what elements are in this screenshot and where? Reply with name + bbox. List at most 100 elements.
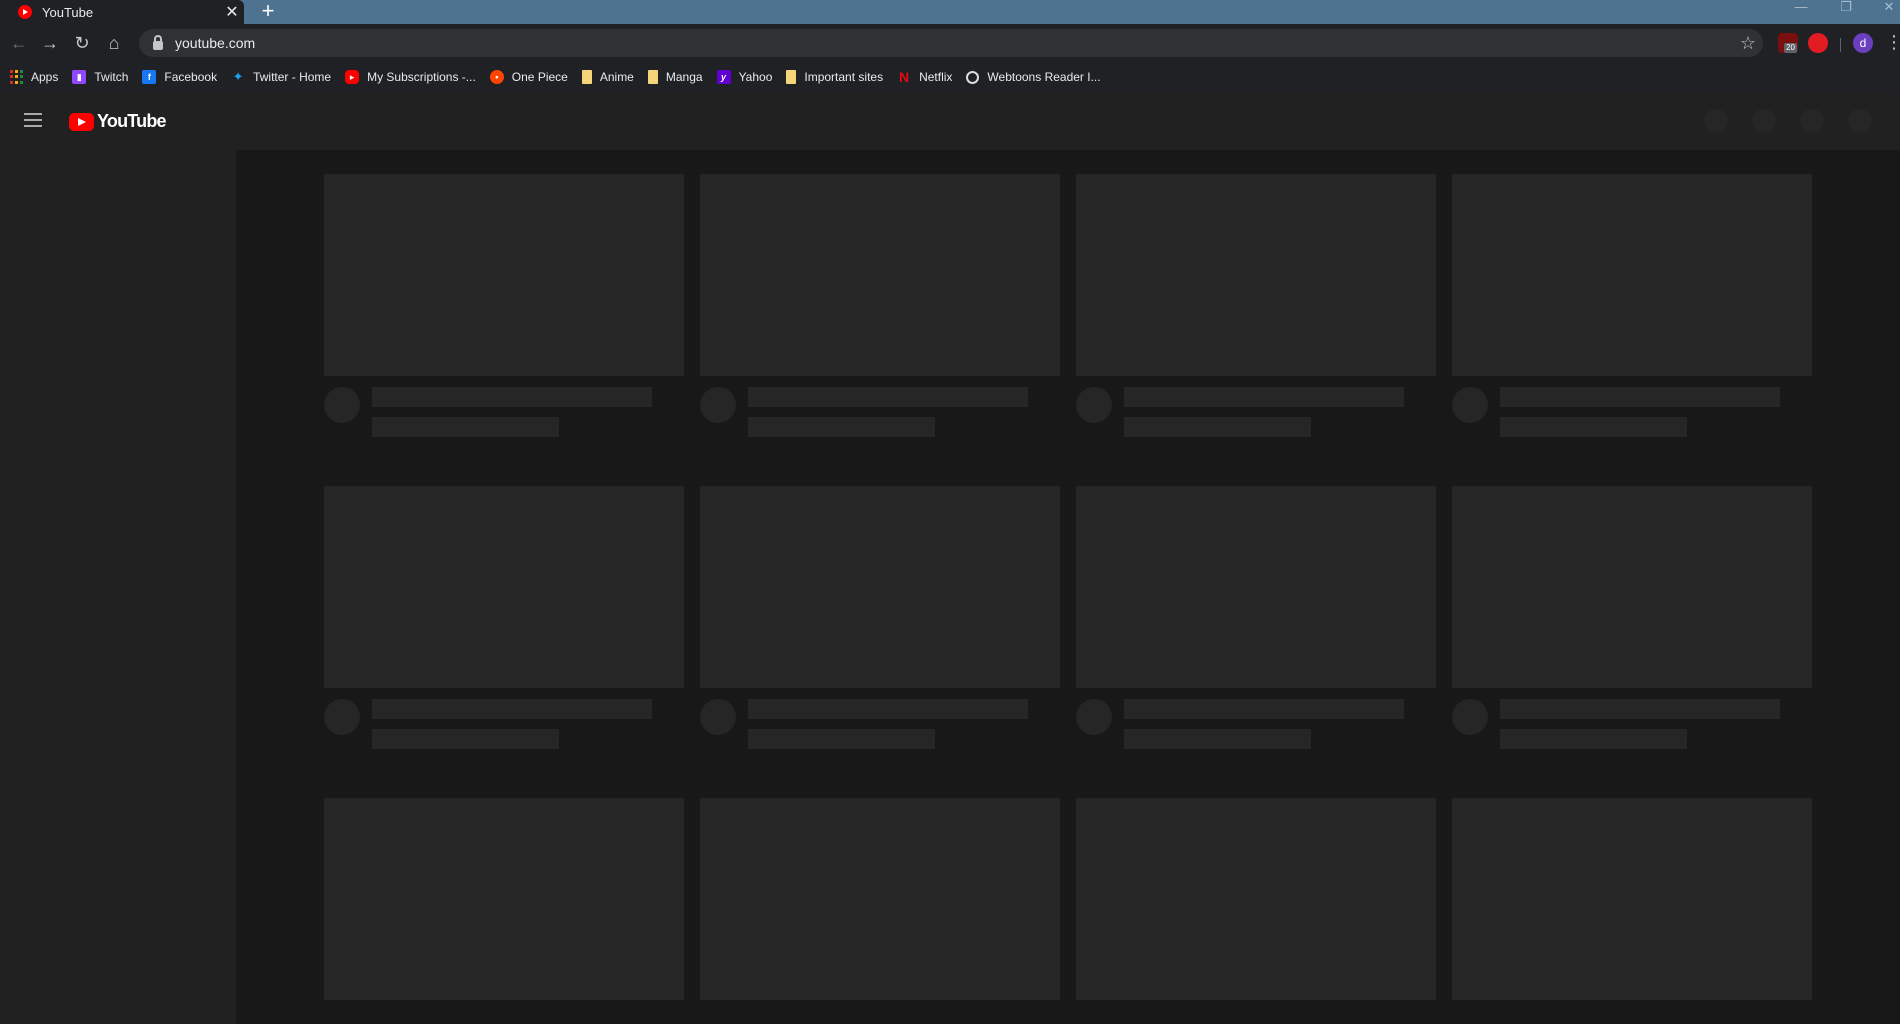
restore-button[interactable]: ❐ <box>1831 0 1861 24</box>
red-extension-icon[interactable] <box>1808 33 1828 53</box>
youtube-sidebar <box>0 150 236 1024</box>
bookmark-manga[interactable]: Manga <box>647 70 703 84</box>
browser-menu-icon[interactable]: ⋮ <box>1885 32 1900 53</box>
video-card-placeholder <box>324 486 684 749</box>
tab-youtube[interactable]: YouTube ✕ <box>0 0 244 24</box>
meta-placeholder <box>748 417 935 437</box>
bookmark-yahoo[interactable]: y Yahoo <box>716 70 772 84</box>
avatar-placeholder <box>1452 699 1488 735</box>
browser-toolbar: ← → ↻ ⌂ youtube.com ☆ 20 d ⋮ <box>0 24 1900 62</box>
video-card-placeholder <box>1076 174 1436 437</box>
meta-placeholder <box>372 417 559 437</box>
bookmark-twitch[interactable]: ▮ Twitch <box>72 70 128 84</box>
title-placeholder <box>1500 699 1780 719</box>
meta-placeholder <box>1124 729 1311 749</box>
meta-placeholder <box>748 729 935 749</box>
bookmarks-bar: Apps ▮ Twitch f Facebook ✦ Twitter - Hom… <box>0 62 1900 92</box>
thumbnail-placeholder <box>1076 486 1436 688</box>
header-placeholder <box>1800 109 1824 133</box>
meta-placeholder <box>1500 417 1687 437</box>
thumbnail-placeholder <box>1076 174 1436 376</box>
thumbnail-placeholder <box>1452 174 1812 376</box>
video-card-placeholder <box>700 174 1060 437</box>
apps-icon <box>10 70 23 84</box>
bookmark-facebook[interactable]: f Facebook <box>142 70 217 84</box>
youtube-wordmark: YouTube <box>97 111 167 131</box>
bookmark-one-piece[interactable]: • One Piece <box>489 70 568 84</box>
avatar-placeholder <box>700 699 736 735</box>
youtube-logo[interactable]: YouTube <box>69 111 167 132</box>
title-placeholder <box>1124 699 1404 719</box>
video-card-placeholder <box>1452 798 1812 1000</box>
youtube-play-icon <box>69 112 94 131</box>
video-card-placeholder <box>324 798 684 1000</box>
thumbnail-placeholder <box>324 174 684 376</box>
toolbar-divider <box>1840 38 1841 52</box>
netflix-icon: N <box>899 69 910 85</box>
bookmark-webtoons[interactable]: Webtoons Reader I... <box>966 70 1101 84</box>
address-bar[interactable]: youtube.com ☆ <box>139 29 1763 57</box>
ublock-extension-icon[interactable]: 20 <box>1778 33 1798 53</box>
bookmark-anime[interactable]: Anime <box>581 70 634 84</box>
avatar-placeholder <box>1452 387 1488 423</box>
video-card-placeholder <box>700 798 1060 1000</box>
youtube-favicon-icon <box>18 5 32 19</box>
url-text[interactable]: youtube.com <box>175 35 1733 51</box>
lock-icon[interactable] <box>153 34 163 50</box>
reddit-icon: • <box>489 70 504 84</box>
bookmark-twitter[interactable]: ✦ Twitter - Home <box>231 69 331 84</box>
thumbnail-placeholder <box>700 798 1060 1000</box>
header-placeholder <box>1848 109 1872 133</box>
thumbnail-placeholder <box>1452 798 1812 1000</box>
thumbnail-placeholder <box>324 798 684 1000</box>
meta-placeholder <box>1500 729 1687 749</box>
thumbnail-placeholder <box>1452 486 1812 688</box>
twitter-icon: ✦ <box>232 69 244 84</box>
youtube-header: YouTube <box>0 92 1900 150</box>
meta-placeholder <box>372 729 559 749</box>
title-placeholder <box>372 699 652 719</box>
thumbnail-placeholder <box>324 486 684 688</box>
thumbnail-placeholder <box>700 174 1060 376</box>
twitch-icon: ▮ <box>72 70 87 84</box>
home-button[interactable]: ⌂ <box>101 30 127 56</box>
reload-button[interactable]: ↻ <box>69 30 95 56</box>
tab-strip: YouTube ✕ + — ❐ ✕ <box>0 0 1900 24</box>
title-placeholder <box>1500 387 1780 407</box>
extension-badge: 20 <box>1784 43 1797 53</box>
avatar-placeholder <box>1076 699 1112 735</box>
profile-avatar[interactable]: d <box>1853 33 1873 53</box>
video-grid <box>236 150 1900 1024</box>
bookmark-my-subscriptions[interactable]: ▸ My Subscriptions -... <box>345 70 476 84</box>
thumbnail-placeholder <box>700 486 1060 688</box>
bookmark-star-icon[interactable]: ☆ <box>1733 33 1763 54</box>
avatar-placeholder <box>1076 387 1112 423</box>
yahoo-icon: y <box>716 70 731 84</box>
bookmark-important-sites[interactable]: Important sites <box>786 70 883 84</box>
bookmark-netflix[interactable]: N Netflix <box>897 69 952 85</box>
video-card-placeholder <box>324 174 684 437</box>
minimize-button[interactable]: — <box>1786 0 1816 24</box>
facebook-icon: f <box>142 70 157 84</box>
video-card-placeholder <box>1452 174 1812 437</box>
bookmark-apps[interactable]: Apps <box>10 70 58 84</box>
tab-title: YouTube <box>42 4 94 20</box>
avatar-placeholder <box>700 387 736 423</box>
header-placeholder <box>1704 109 1728 133</box>
window-close-button[interactable]: ✕ <box>1874 0 1900 24</box>
folder-icon <box>647 70 658 84</box>
video-card-placeholder <box>1076 486 1436 749</box>
folder-icon <box>581 70 592 84</box>
title-placeholder <box>748 387 1028 407</box>
menu-hamburger-icon[interactable] <box>24 113 42 127</box>
forward-button[interactable]: → <box>37 30 63 56</box>
youtube-icon: ▸ <box>345 70 360 84</box>
header-placeholder <box>1752 109 1776 133</box>
folder-icon <box>786 70 797 84</box>
video-card-placeholder <box>700 486 1060 749</box>
tab-close-button[interactable]: ✕ <box>220 2 244 22</box>
new-tab-button[interactable]: + <box>256 0 280 24</box>
back-button[interactable]: ← <box>6 30 32 56</box>
title-placeholder <box>372 387 652 407</box>
title-placeholder <box>1124 387 1404 407</box>
